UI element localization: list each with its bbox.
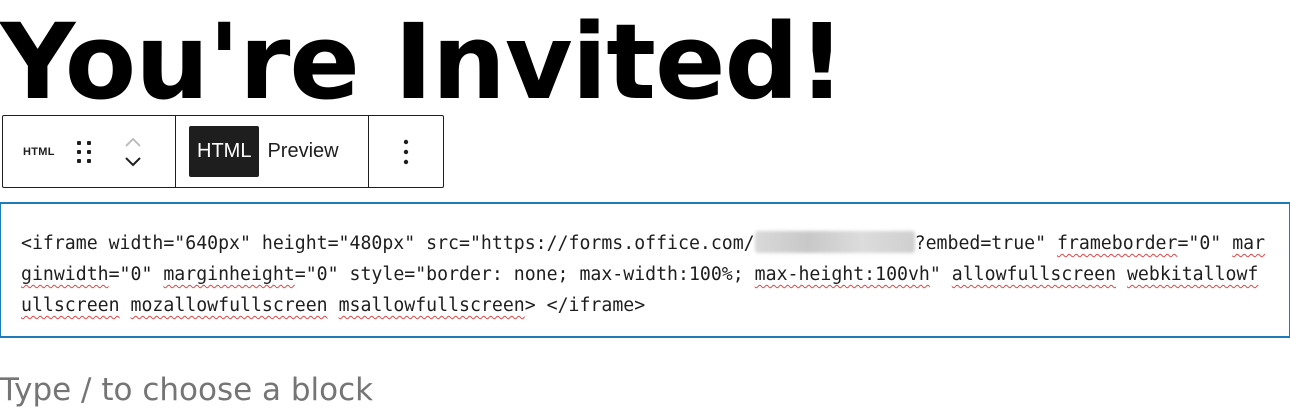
spellcheck-word: frameborder: [1057, 233, 1178, 254]
move-up-button[interactable]: [121, 132, 145, 152]
options-group: [369, 116, 443, 187]
redacted-form-id: [754, 231, 915, 253]
code-segment: ": [929, 264, 952, 285]
code-segment: ="0": [108, 264, 164, 285]
preview-mode-button[interactable]: Preview: [259, 126, 346, 177]
chevron-up-icon: [125, 137, 141, 147]
drag-dot: [86, 149, 91, 154]
more-vertical-icon: [403, 139, 409, 164]
code-segment: ="0" style="border: none; max-width:100%…: [294, 264, 755, 285]
code-segment: > </iframe>: [524, 295, 646, 316]
editor-canvas: You're Invited! HTML HTML Preview <ifram…: [0, 0, 1290, 420]
html-mode-button[interactable]: HTML: [189, 126, 260, 177]
code-segment: ="0": [1177, 233, 1233, 254]
spellcheck-word: allowfullscreen: [951, 264, 1117, 285]
move-down-button[interactable]: [121, 152, 145, 172]
spellcheck-word: msallowfullscreen: [338, 295, 525, 316]
drag-dot: [76, 149, 81, 154]
html-code-text[interactable]: <iframe width="640px" height="480px" src…: [21, 228, 1269, 321]
mode-toggle-group: HTML Preview: [176, 116, 369, 187]
code-segment: <iframe width="640px" height="480px" src…: [21, 233, 755, 254]
more-options-button[interactable]: [391, 132, 421, 172]
heading-block[interactable]: You're Invited!: [0, 14, 844, 126]
drag-dot: [86, 140, 91, 145]
code-segment: ?embed=true": [914, 233, 1057, 254]
block-switcher-group: HTML: [3, 116, 176, 187]
drag-handle-icon[interactable]: [75, 139, 93, 165]
chevron-down-icon: [125, 156, 141, 166]
block-type-label[interactable]: HTML: [23, 146, 55, 158]
spellcheck-word: max-height:100vh: [754, 264, 930, 285]
drag-dot: [86, 158, 91, 163]
spellcheck-word: marginheight: [163, 264, 295, 285]
heading-text[interactable]: You're Invited!: [0, 14, 844, 123]
drag-dot: [76, 158, 81, 163]
spellcheck-word: mozallowfullscreen: [130, 295, 328, 316]
block-inserter-placeholder[interactable]: Type / to choose a block: [0, 372, 373, 408]
block-toolbar: HTML HTML Preview: [2, 115, 444, 188]
html-code-editor[interactable]: <iframe width="640px" height="480px" src…: [0, 202, 1290, 338]
drag-dot: [76, 140, 81, 145]
block-movers: [121, 116, 145, 187]
